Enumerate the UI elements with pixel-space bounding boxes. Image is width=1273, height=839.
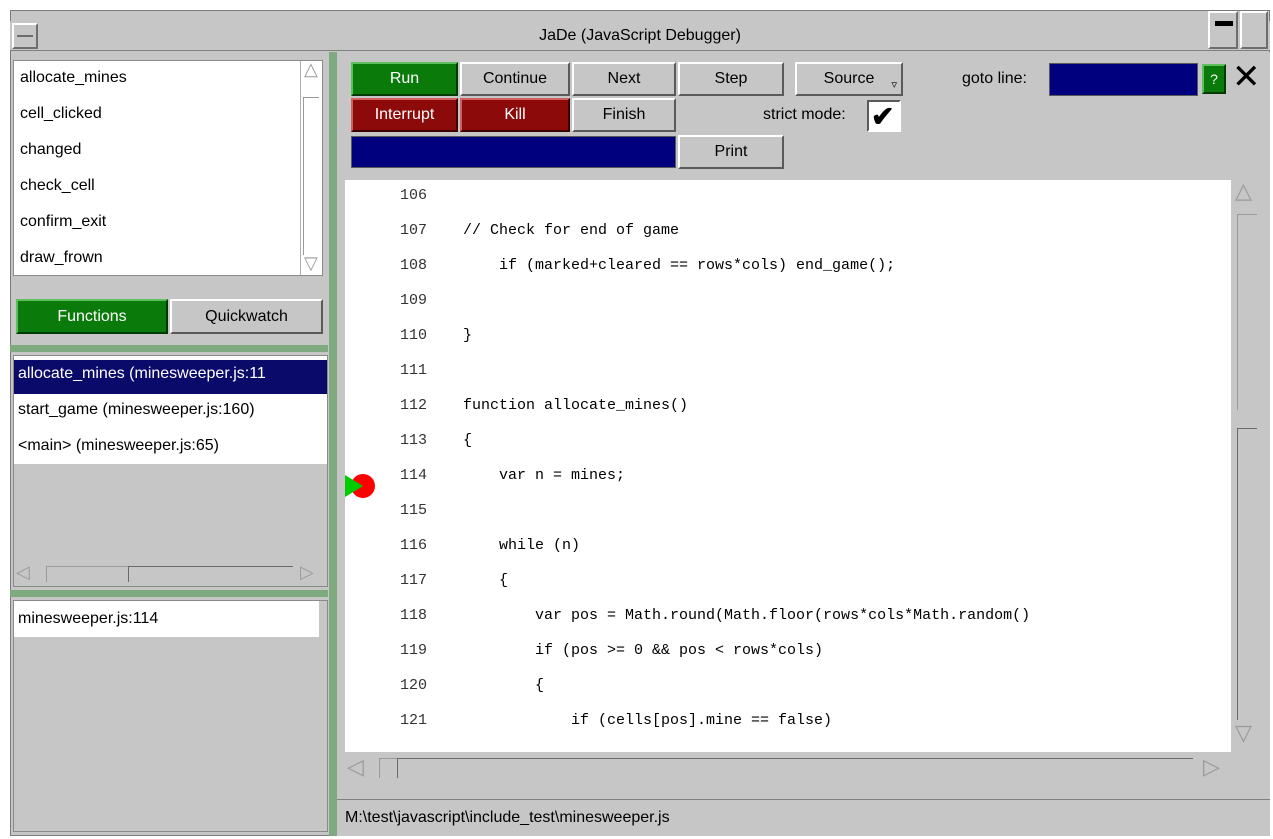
strict-mode-label: strict mode:	[763, 106, 846, 123]
next-button[interactable]: Next	[572, 62, 676, 96]
functions-list[interactable]: allocate_mines cell_clickedchanged check_c…	[13, 59, 323, 276]
function-item[interactable]: draw_frown	[20, 246, 103, 270]
scroll-up-icon[interactable]: △	[1235, 178, 1252, 204]
status-file-path: M:\test\javascript\include_test\mineswee…	[345, 809, 670, 826]
code-line-text: {	[463, 677, 545, 694]
line-number[interactable]: 107	[400, 222, 440, 239]
code-hscroll-thumb[interactable]	[379, 758, 397, 778]
line-number[interactable]: 112	[400, 397, 440, 414]
code-vscrollbar[interactable]: △ ▽	[1233, 178, 1259, 752]
current-line-arrow-icon	[345, 475, 363, 497]
code-hscrollbar[interactable]: ◁ ▷	[345, 754, 1231, 780]
scroll-down-icon[interactable]: ▽	[1235, 720, 1252, 746]
code-line-text: var pos = Math.round(Math.floor(rows*col…	[463, 607, 1031, 624]
goto-line-label: goto line:	[962, 70, 1027, 87]
line-number[interactable]: 117	[400, 572, 440, 589]
function-item[interactable]: cell_clicked	[20, 102, 102, 126]
print-button[interactable]: Print	[678, 135, 784, 169]
breakpoint-item[interactable]: minesweeper.js:114	[18, 610, 158, 628]
print-expression-input[interactable]	[351, 136, 676, 168]
splitter-horizontal[interactable]	[10, 345, 328, 352]
line-number[interactable]: 110	[400, 327, 440, 344]
code-line-text: while (n)	[463, 537, 581, 554]
code-line-text: if (pos >= 0 && pos < rows*cols)	[463, 642, 824, 659]
line-number[interactable]: 121	[400, 712, 440, 729]
function-item[interactable]: check_cell	[20, 174, 95, 198]
run-button[interactable]: Run	[351, 62, 458, 96]
source-button[interactable]: Source ▿	[795, 62, 903, 96]
code-line-text: // Check for end of game	[463, 222, 680, 239]
call-stack-item[interactable]: allocate_mines (minesweeper.js:11	[18, 365, 266, 383]
line-number[interactable]: 108	[400, 257, 440, 274]
splitter-horizontal-2[interactable]	[10, 590, 328, 597]
interrupt-button[interactable]: Interrupt	[351, 98, 458, 132]
tab-quickwatch[interactable]: Quickwatch	[170, 299, 323, 334]
function-item[interactable]: changed	[20, 138, 81, 162]
code-scroll-thumb[interactable]	[1237, 214, 1257, 410]
line-number[interactable]: 115	[400, 502, 440, 519]
line-number[interactable]: 106	[400, 187, 440, 204]
source-code-view[interactable]: 106 107 // Check for end of game 108 if (ma…	[345, 180, 1231, 752]
code-line-text: }	[463, 327, 473, 344]
code-line-text: if (cells[pos].mine == false)	[463, 712, 833, 729]
minimize-icon	[1215, 21, 1233, 26]
scroll-right-icon[interactable]: ▷	[300, 562, 314, 583]
scroll-left-icon[interactable]: ◁	[16, 562, 30, 583]
functions-scrollbar[interactable]: △ ▽	[300, 59, 322, 275]
line-number[interactable]: 113	[400, 432, 440, 449]
line-number[interactable]: 111	[400, 362, 440, 379]
call-stack-list[interactable]: allocate_mines (minesweeper.js:11 start_…	[13, 355, 328, 587]
kill-button[interactable]: Kill	[460, 98, 570, 132]
source-label: Source	[823, 70, 875, 87]
continue-button[interactable]: Continue	[460, 62, 570, 96]
function-item[interactable]: confirm_exit	[20, 210, 106, 234]
scroll-down-icon[interactable]: ▽	[304, 253, 318, 274]
dropdown-arrow-icon: ▿	[891, 79, 897, 91]
code-scroll-track	[1237, 428, 1257, 720]
scroll-right-icon[interactable]: ▷	[1203, 754, 1220, 780]
line-number[interactable]: 109	[400, 292, 440, 309]
minimize-button[interactable]	[1208, 11, 1238, 49]
status-bar: M:\test\javascript\include_test\mineswee…	[337, 799, 1270, 836]
call-stack-item[interactable]: start_game (minesweeper.js:160)	[18, 401, 255, 419]
code-line-text: {	[463, 572, 509, 589]
splitter-vertical[interactable]	[329, 52, 337, 836]
code-line-text: if (marked+cleared == rows*cols) end_gam…	[463, 257, 896, 274]
help-button[interactable]: ?	[1202, 64, 1226, 94]
code-hscroll-track	[397, 758, 1193, 778]
goto-line-input[interactable]	[1049, 63, 1198, 96]
function-item[interactable]: allocate_mines	[20, 66, 127, 90]
call-stack-hscrollbar[interactable]: ◁ ▷	[16, 562, 326, 584]
scroll-thumb[interactable]	[303, 97, 319, 255]
breakpoints-list[interactable]: minesweeper.js:114	[13, 600, 328, 832]
line-number[interactable]: 116	[400, 537, 440, 554]
line-number[interactable]: 118	[400, 607, 440, 624]
hscroll-track	[128, 566, 293, 582]
tab-functions[interactable]: Functions	[16, 299, 168, 334]
checkmark-icon: ✔	[871, 101, 895, 132]
title-bar: JaDe (JavaScript Debugger)	[10, 11, 1270, 51]
scroll-left-icon[interactable]: ◁	[347, 754, 364, 780]
call-stack-item[interactable]: <main> (minesweeper.js:65)	[18, 437, 219, 455]
finish-button[interactable]: Finish	[572, 98, 676, 132]
code-line-text: function allocate_mines()	[463, 397, 689, 414]
close-icon[interactable]: ✕	[1232, 60, 1264, 96]
scroll-up-icon[interactable]: △	[304, 59, 318, 80]
line-number[interactable]: 120	[400, 677, 440, 694]
line-number[interactable]: 119	[400, 642, 440, 659]
maximize-button[interactable]	[1240, 11, 1268, 49]
code-line-text: {	[463, 432, 473, 449]
window-title: JaDe (JavaScript Debugger)	[539, 27, 741, 44]
strict-mode-checkbox[interactable]: ✔	[867, 100, 901, 132]
code-line-text: var n = mines;	[463, 467, 626, 484]
step-button[interactable]: Step	[678, 62, 784, 96]
hscroll-thumb[interactable]	[46, 566, 136, 582]
line-number[interactable]: 114	[400, 467, 440, 484]
